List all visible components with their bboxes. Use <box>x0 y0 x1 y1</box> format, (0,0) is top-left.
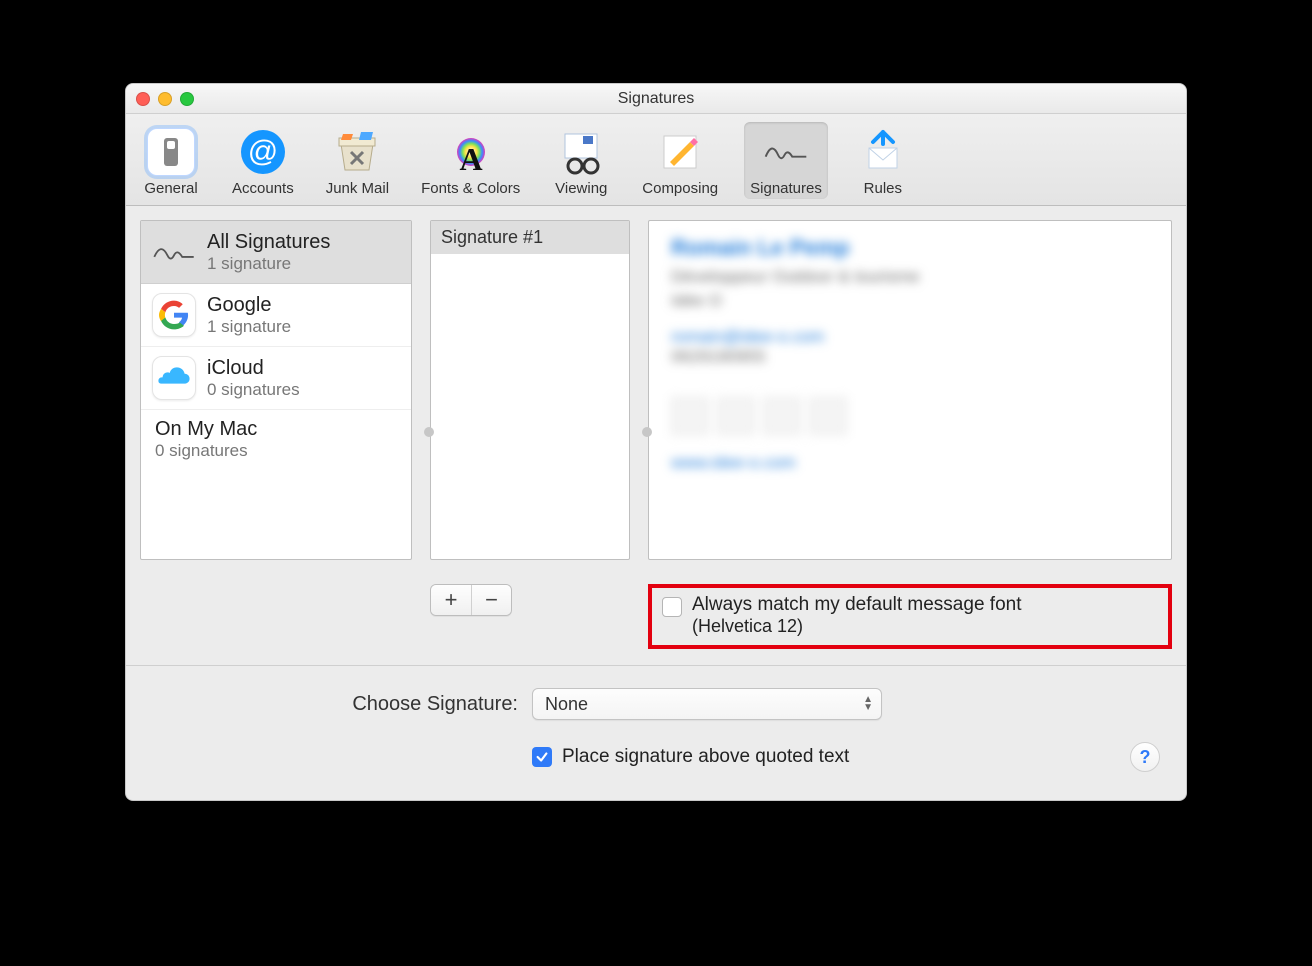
match-font-label-line1: Always match my default message font <box>692 594 1021 616</box>
tab-accounts-label: Accounts <box>232 180 294 197</box>
account-name: On My Mac <box>155 418 257 441</box>
preview-phone: 0629190955 <box>671 347 1149 367</box>
match-font-label-line2: (Helvetica 12) <box>692 616 1021 637</box>
tab-general[interactable]: General <box>136 122 206 199</box>
account-row-icloud[interactable]: iCloud 0 signatures <box>141 347 411 410</box>
preferences-toolbar: General @ Accounts <box>126 114 1186 206</box>
account-row-google[interactable]: Google 1 signature <box>141 284 411 347</box>
match-font-checkbox[interactable] <box>662 597 682 617</box>
signature-preview-panel[interactable]: Romain Le Pemp Développeur Outdoor & tou… <box>648 220 1172 560</box>
preview-role: Développeur Outdoor & tourisme <box>671 267 1149 287</box>
svg-text:A: A <box>459 141 482 176</box>
tab-signatures[interactable]: Signatures <box>744 122 828 199</box>
google-icon <box>151 292 197 338</box>
preview-email: romain@idee-o.com <box>671 327 1149 347</box>
tab-fonts-colors[interactable]: A Fonts & Colors <box>415 122 526 199</box>
rules-icon <box>854 126 912 178</box>
account-row-onmymac[interactable]: On My Mac 0 signatures <box>141 410 411 469</box>
tab-viewing-label: Viewing <box>555 180 607 197</box>
svg-text:@: @ <box>248 135 278 168</box>
help-button[interactable]: ? <box>1130 742 1160 772</box>
preview-url: www.idee-o.com <box>671 453 1149 473</box>
account-name: All Signatures <box>207 231 330 254</box>
tab-general-label: General <box>144 180 197 197</box>
place-above-label: Place signature above quoted text <box>562 746 849 768</box>
account-row-all[interactable]: All Signatures 1 signature <box>141 221 411 284</box>
signature-list-panel: Signature #1 <box>430 220 630 560</box>
tab-viewing[interactable]: Viewing <box>546 122 616 199</box>
icloud-icon <box>151 355 197 401</box>
signature-item[interactable]: Signature #1 <box>431 221 629 254</box>
tab-fonts-colors-label: Fonts & Colors <box>421 180 520 197</box>
choose-signature-value: None <box>545 694 588 715</box>
preview-social-icons <box>671 397 1149 435</box>
account-name: Google <box>207 294 291 317</box>
choose-signature-select[interactable]: None ▲▼ <box>532 688 882 720</box>
account-sub: 0 signatures <box>155 441 257 461</box>
tab-rules[interactable]: Rules <box>848 122 918 199</box>
account-name: iCloud <box>207 357 300 380</box>
panel-resize-handle[interactable] <box>642 427 652 437</box>
account-sub: 1 signature <box>207 317 291 337</box>
remove-signature-button[interactable]: − <box>471 585 511 615</box>
minimize-window-button[interactable] <box>158 92 172 106</box>
tab-accounts[interactable]: @ Accounts <box>226 122 300 199</box>
signature-preview-content: Romain Le Pemp Développeur Outdoor & tou… <box>649 221 1171 559</box>
accounts-icon: @ <box>234 126 292 178</box>
tab-composing-label: Composing <box>642 180 718 197</box>
tab-composing[interactable]: Composing <box>636 122 724 199</box>
add-signature-button[interactable]: + <box>431 585 471 615</box>
tab-signatures-label: Signatures <box>750 180 822 197</box>
window-title: Signatures <box>618 90 695 108</box>
general-icon <box>142 126 200 178</box>
help-icon: ? <box>1140 747 1151 768</box>
panel-resize-handle[interactable] <box>424 427 434 437</box>
match-font-highlight: Always match my default message font (He… <box>648 584 1172 649</box>
viewing-icon <box>552 126 610 178</box>
close-window-button[interactable] <box>136 92 150 106</box>
tab-rules-label: Rules <box>864 180 902 197</box>
accounts-panel: All Signatures 1 signature <box>140 220 412 560</box>
preview-name: Romain Le Pemp <box>671 235 1149 261</box>
account-sub: 0 signatures <box>207 380 300 400</box>
preview-org: Idée O <box>671 291 1149 311</box>
signatures-icon <box>757 126 815 178</box>
chevron-up-down-icon: ▲▼ <box>863 696 873 712</box>
tab-junk-mail[interactable]: Junk Mail <box>320 122 395 199</box>
signature-add-remove-buttons: + − <box>430 584 512 616</box>
preferences-window: Signatures General @ Accounts <box>125 83 1187 801</box>
account-sub: 1 signature <box>207 254 330 274</box>
tab-junk-mail-label: Junk Mail <box>326 180 389 197</box>
choose-signature-label: Choose Signature: <box>352 693 532 716</box>
signature-script-icon <box>151 229 197 275</box>
zoom-window-button[interactable] <box>180 92 194 106</box>
junk-mail-icon <box>328 126 386 178</box>
fonts-colors-icon: A <box>442 126 500 178</box>
composing-icon <box>651 126 709 178</box>
titlebar: Signatures <box>126 84 1186 114</box>
place-above-checkbox[interactable] <box>532 747 552 767</box>
